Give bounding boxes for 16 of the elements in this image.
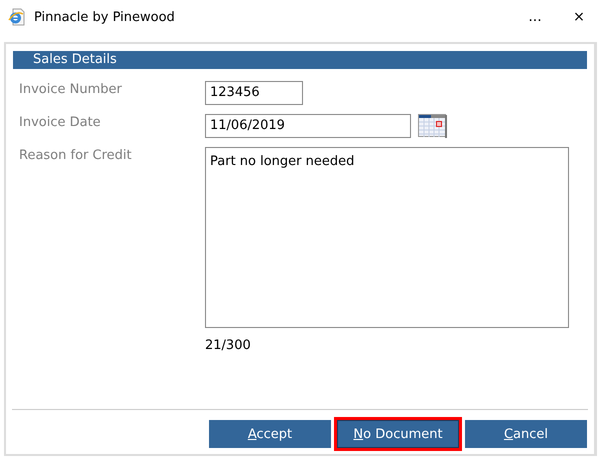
calendar-icon[interactable]: [418, 114, 447, 138]
section-header: Sales Details: [13, 51, 587, 69]
date-field[interactable]: 11/06/2019: [205, 114, 411, 138]
field-label: Invoice Number: [19, 81, 123, 99]
dialog-button[interactable]: Accept: [209, 420, 331, 448]
window-title: Pinnacle by Pinewood: [34, 10, 176, 24]
character-counter: 21/300: [205, 338, 251, 353]
dialog-button[interactable]: No Document: [337, 420, 459, 448]
text-field[interactable]: 123456: [205, 81, 303, 105]
dialog-button[interactable]: Cancel: [465, 420, 587, 448]
field-label: Invoice Date: [19, 114, 102, 132]
field-label: Reason for Credit: [19, 147, 133, 165]
reason-textarea[interactable]: Part no longer needed: [205, 147, 569, 328]
close-button[interactable]: ×: [557, 9, 601, 25]
more-button[interactable]: ...: [513, 9, 557, 25]
browser-icon: [8, 8, 26, 26]
